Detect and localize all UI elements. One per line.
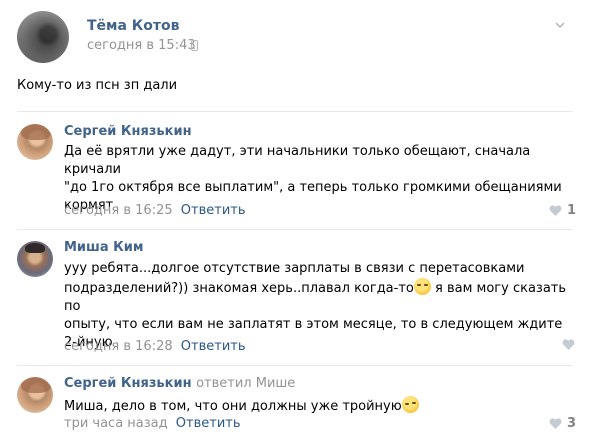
comment-author[interactable]: Сергей Князькин [64, 124, 192, 139]
comment-author: Сергей Князькин ответил Мише [64, 376, 295, 391]
comment-avatar[interactable] [17, 124, 53, 160]
like-button[interactable]: 1 [549, 203, 576, 218]
like-button[interactable] [562, 339, 575, 350]
like-count: 3 [567, 416, 577, 431]
replied-to[interactable]: ответил Мише [196, 376, 295, 391]
comment-meta: сегодня в 16:25 Ответить [64, 203, 246, 218]
comment-meta: сегодня в 16:28 Ответить [64, 339, 246, 354]
divider [17, 111, 573, 112]
divider [17, 365, 573, 366]
comment-text-part: Миша, дело в том, что они должны уже тро… [64, 399, 402, 414]
reply-button[interactable]: Ответить [181, 339, 246, 354]
comment-text: Миша, дело в том, что они должны уже тро… [64, 396, 576, 416]
post-text: Кому-то из псн зп дали [17, 78, 178, 93]
post-author-avatar[interactable] [17, 11, 69, 63]
post-time[interactable]: сегодня в 15:43 [87, 38, 196, 53]
comment-avatar[interactable] [17, 241, 53, 277]
heart-icon [549, 205, 562, 216]
comment-meta: три часа назад Ответить [64, 416, 241, 431]
sweat-smile-emoji-icon [401, 396, 419, 413]
comment-avatar[interactable] [17, 377, 53, 413]
chevron-down-icon[interactable] [555, 20, 565, 30]
mobile-icon [191, 40, 198, 51]
heart-icon [549, 418, 562, 429]
comment-author[interactable]: Миша Ким [64, 240, 144, 255]
divider [17, 229, 573, 230]
smiling-face-emoji-icon [413, 278, 431, 295]
reply-button[interactable]: Ответить [176, 416, 241, 431]
comment-time[interactable]: сегодня в 16:25 [64, 203, 173, 218]
comment-time[interactable]: три часа назад [64, 416, 168, 431]
post-author-name[interactable]: Тёма Котов [87, 18, 179, 34]
like-button[interactable]: 3 [549, 416, 576, 431]
comment-time[interactable]: сегодня в 16:28 [64, 339, 173, 354]
like-count: 1 [567, 203, 577, 218]
reply-button[interactable]: Ответить [181, 203, 246, 218]
heart-icon [562, 339, 575, 350]
comment-author-name[interactable]: Сергей Князькин [64, 376, 192, 391]
